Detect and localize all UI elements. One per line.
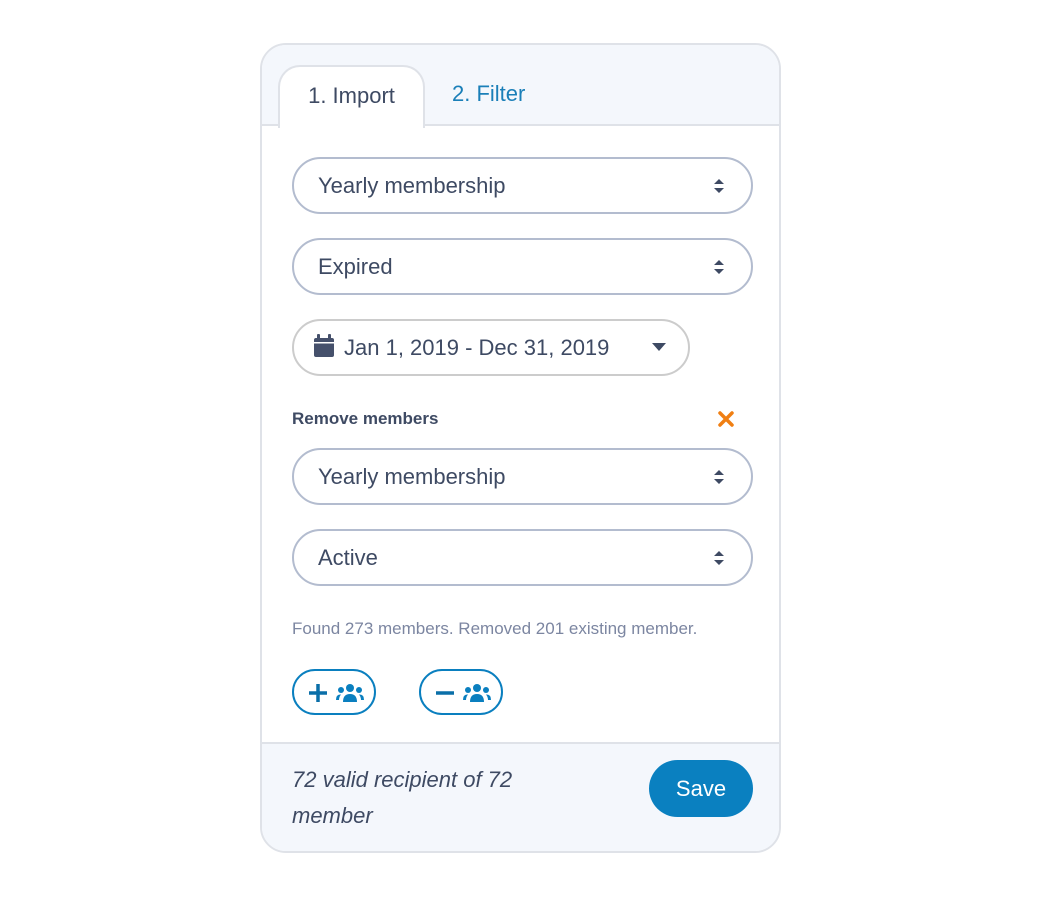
status-select-value: Expired xyxy=(318,254,393,279)
membership-select[interactable]: Yearly membership xyxy=(292,157,753,214)
caret-down-icon xyxy=(652,343,666,351)
add-members-button[interactable] xyxy=(292,669,376,715)
card-footer: 72 valid recipient of 72 member Save xyxy=(262,742,779,851)
status-select[interactable]: Expired xyxy=(292,238,753,295)
save-button[interactable]: Save xyxy=(649,760,753,817)
sort-arrows-icon xyxy=(714,551,724,565)
tab-filter[interactable]: 2. Filter xyxy=(428,65,549,128)
remove-members-label: Remove members xyxy=(292,409,439,428)
add-users-icon xyxy=(309,684,364,702)
sort-arrows-icon xyxy=(714,179,724,193)
date-range-picker[interactable]: Jan 1, 2019 - Dec 31, 2019 xyxy=(292,319,690,376)
remove-status-select-value: Active xyxy=(318,545,378,570)
calendar-icon xyxy=(314,334,334,357)
remove-membership-select-value: Yearly membership xyxy=(318,464,506,489)
sort-arrows-icon xyxy=(714,470,724,484)
membership-select-value: Yearly membership xyxy=(318,173,506,198)
sort-arrows-icon xyxy=(714,260,724,274)
tab-import[interactable]: 1. Import xyxy=(278,65,425,128)
recipient-summary: 72 valid recipient of 72 member xyxy=(292,767,513,828)
import-card: 1. Import 2. Filter Yearly membership Ex… xyxy=(260,43,781,853)
remove-members-button[interactable] xyxy=(419,669,503,715)
date-range-value: Jan 1, 2019 - Dec 31, 2019 xyxy=(344,335,610,360)
remove-users-icon xyxy=(436,684,491,702)
remove-status-select[interactable]: Active xyxy=(292,529,753,586)
close-icon[interactable] xyxy=(717,410,735,428)
remove-membership-select[interactable]: Yearly membership xyxy=(292,448,753,505)
tab-bar: 1. Import 2. Filter xyxy=(262,45,779,128)
import-status-text: Found 273 members. Removed 201 existing … xyxy=(292,619,698,638)
